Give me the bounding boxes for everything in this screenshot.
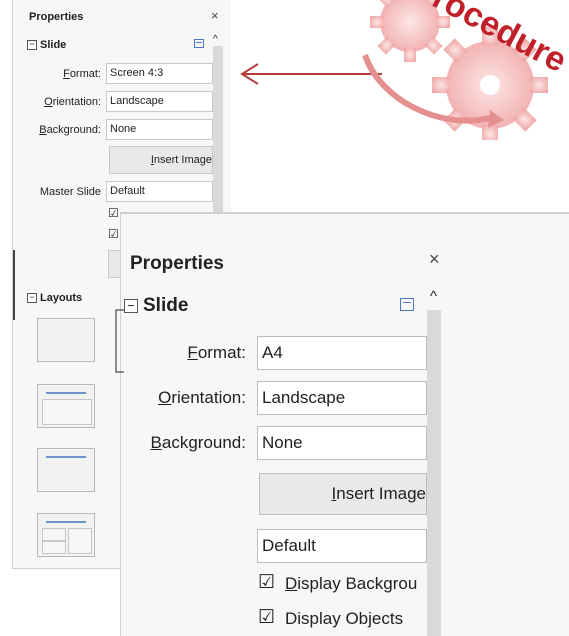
large-properties-panel: Properties × − Slide ^ Format: A4 Orient…: [120, 212, 569, 636]
display-background-label: Display Backgrou: [285, 574, 418, 593]
master-slide-select[interactable]: Default: [106, 181, 213, 202]
master-slide-label: Master Slide: [39, 186, 101, 198]
panel-title: Properties: [29, 11, 84, 23]
orientation-select[interactable]: Landscape: [106, 91, 213, 112]
scroll-up-icon[interactable]: ^: [430, 288, 437, 305]
scrollbar[interactable]: [427, 310, 441, 636]
panel-title: Properties: [130, 253, 224, 274]
more-options-icon[interactable]: [400, 298, 414, 311]
orientation-label: Orientation:: [44, 96, 101, 108]
orientation-label: Orientation:: [158, 388, 246, 407]
background-select[interactable]: None: [257, 426, 427, 460]
master-slide-select[interactable]: Default: [257, 529, 427, 563]
section-slide-header[interactable]: Slide: [40, 39, 66, 51]
collapse-icon[interactable]: −: [124, 299, 138, 313]
panel-top-border: [121, 213, 569, 214]
zoom-connector: [115, 309, 124, 373]
layout-title-content[interactable]: [37, 384, 95, 428]
display-objects-checkbox[interactable]: ☑: [258, 606, 275, 629]
insert-image-button[interactable]: Insert Image: [109, 146, 213, 174]
collapse-icon[interactable]: −: [27, 40, 37, 50]
orientation-select[interactable]: Landscape: [257, 381, 427, 415]
procedure-logo: Procedure: [362, 0, 569, 140]
layout-title-four-content[interactable]: [37, 513, 95, 557]
layout-blank[interactable]: [37, 318, 95, 362]
background-label: Background:: [39, 124, 101, 136]
display-objects-checkbox[interactable]: ☑: [108, 228, 119, 240]
format-select[interactable]: A4: [257, 336, 427, 370]
insert-image-button[interactable]: Insert Image: [259, 473, 427, 515]
layout-title-only[interactable]: [37, 448, 95, 492]
format-label: Format:: [63, 68, 101, 80]
section-slide-header[interactable]: Slide: [143, 295, 188, 317]
dock-handle[interactable]: [13, 250, 15, 320]
background-select[interactable]: None: [106, 119, 213, 140]
section-layouts-header[interactable]: Layouts: [40, 292, 82, 304]
format-label: Format:: [187, 343, 246, 362]
more-options-icon[interactable]: [194, 39, 204, 48]
display-background-checkbox[interactable]: ☑: [258, 571, 275, 594]
close-icon[interactable]: ×: [211, 8, 219, 23]
scroll-up-icon[interactable]: ^: [213, 34, 218, 45]
background-label: Background:: [150, 433, 246, 452]
collapse-icon[interactable]: −: [27, 293, 37, 303]
close-icon[interactable]: ×: [429, 249, 440, 270]
display-objects-label: Display Objects: [285, 609, 404, 628]
display-background-checkbox[interactable]: ☑: [108, 207, 119, 219]
format-select[interactable]: Screen 4:3: [106, 63, 213, 84]
